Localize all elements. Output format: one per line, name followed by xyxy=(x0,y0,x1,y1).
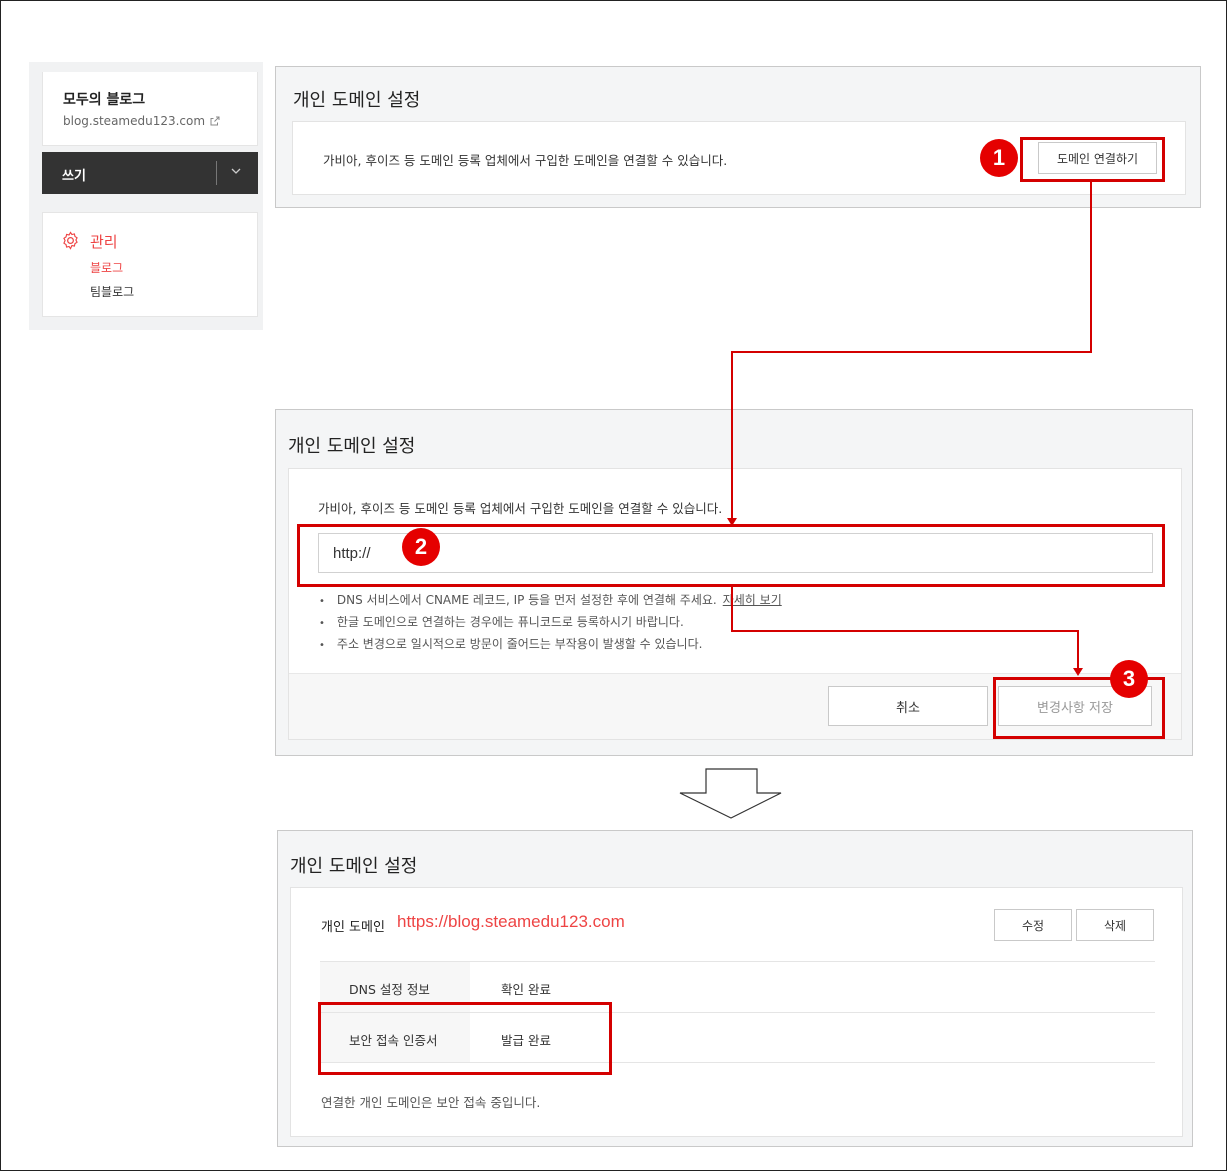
note-item: DNS 서비스에서 CNAME 레코드, IP 등을 먼저 설정한 후에 연결해… xyxy=(319,591,782,608)
step-badge-1: 1 xyxy=(980,139,1018,177)
domain-settings-panel-step2: 개인 도메인 설정 가비아, 후이즈 등 도메인 등록 업체에서 구입한 도메인… xyxy=(275,409,1193,756)
chevron-down-icon[interactable] xyxy=(229,164,243,178)
details-link[interactable]: 자세히 보기 xyxy=(723,593,782,607)
domain-label: 개인 도메인 xyxy=(321,920,385,935)
edit-button[interactable]: 수정 xyxy=(994,909,1072,941)
delete-button[interactable]: 삭제 xyxy=(1076,909,1154,941)
sidebar-item-teamblog[interactable]: 팀블로그 xyxy=(90,283,134,300)
domain-url-input[interactable] xyxy=(318,533,1153,573)
blog-url-text: blog.steamedu123.com xyxy=(63,114,206,128)
panel-description: 가비아, 후이즈 등 도메인 등록 업체에서 구입한 도메인을 연결할 수 있습… xyxy=(323,153,728,168)
info-row-certificate: 보안 접속 인증서 발급 완료 xyxy=(320,1012,1155,1063)
info-row-dns: DNS 설정 정보 확인 완료 xyxy=(320,961,1155,1012)
table-divider xyxy=(320,1062,1155,1063)
blog-card: 모두의 블로그 blog.steamedu123.com xyxy=(42,72,258,146)
note-item: 한글 도메인으로 연결하는 경우에는 퓨니코드로 등록하시기 바랍니다. xyxy=(319,613,684,630)
connect-domain-button[interactable]: 도메인 연결하기 xyxy=(1038,142,1157,174)
domain-settings-panel-step1: 개인 도메인 설정 가비아, 후이즈 등 도메인 등록 업체에서 구입한 도메인… xyxy=(275,66,1201,208)
panel-body: 개인 도메인 https://blog.steamedu123.com 수정 삭… xyxy=(290,887,1183,1137)
sidebar-item-blog[interactable]: 블로그 xyxy=(90,259,123,276)
blog-name[interactable]: 모두의 블로그 xyxy=(63,89,145,109)
info-key: DNS 설정 정보 xyxy=(320,962,470,1012)
write-button[interactable]: 쓰기 xyxy=(42,152,258,194)
panel-title: 개인 도메인 설정 xyxy=(288,436,416,457)
blog-url-link[interactable]: blog.steamedu123.com xyxy=(63,114,220,128)
domain-value-link[interactable]: https://blog.steamedu123.com xyxy=(397,912,625,932)
write-label: 쓰기 xyxy=(62,169,86,184)
step-badge-2: 2 xyxy=(402,528,440,566)
note-item: 주소 변경으로 일시적으로 방문이 줄어드는 부작용이 발생할 수 있습니다. xyxy=(319,635,703,652)
panel-description: 가비아, 후이즈 등 도메인 등록 업체에서 구입한 도메인을 연결할 수 있습… xyxy=(318,501,723,516)
note-text: DNS 서비스에서 CNAME 레코드, IP 등을 먼저 설정한 후에 연결해… xyxy=(336,593,717,607)
info-value: 확인 완료 xyxy=(501,982,551,997)
external-link-icon xyxy=(210,116,220,126)
info-value: 발급 완료 xyxy=(501,1033,551,1048)
manage-card: 관리 블로그 팀블로그 xyxy=(42,212,258,317)
write-divider xyxy=(216,161,217,185)
panel-title: 개인 도메인 설정 xyxy=(290,856,418,877)
panel-body: 가비아, 후이즈 등 도메인 등록 업체에서 구입한 도메인을 연결할 수 있습… xyxy=(292,121,1186,195)
manage-label[interactable]: 관리 xyxy=(90,231,118,252)
step-badge-3: 3 xyxy=(1110,660,1148,698)
secure-status-text: 연결한 개인 도메인은 보안 접속 중입니다. xyxy=(321,1095,541,1110)
info-key: 보안 접속 인증서 xyxy=(320,1013,470,1063)
cancel-button[interactable]: 취소 xyxy=(828,686,988,726)
sidebar: 모두의 블로그 blog.steamedu123.com 쓰기 관리 블로그 팀… xyxy=(29,62,263,330)
panel-title: 개인 도메인 설정 xyxy=(293,90,421,111)
panel-footer: 취소 변경사항 저장 xyxy=(289,673,1181,739)
panel-body: 가비아, 후이즈 등 도메인 등록 업체에서 구입한 도메인을 연결할 수 있습… xyxy=(288,468,1182,740)
domain-settings-panel-step3: 개인 도메인 설정 개인 도메인 https://blog.steamedu12… xyxy=(277,830,1193,1147)
gear-icon xyxy=(63,231,78,250)
